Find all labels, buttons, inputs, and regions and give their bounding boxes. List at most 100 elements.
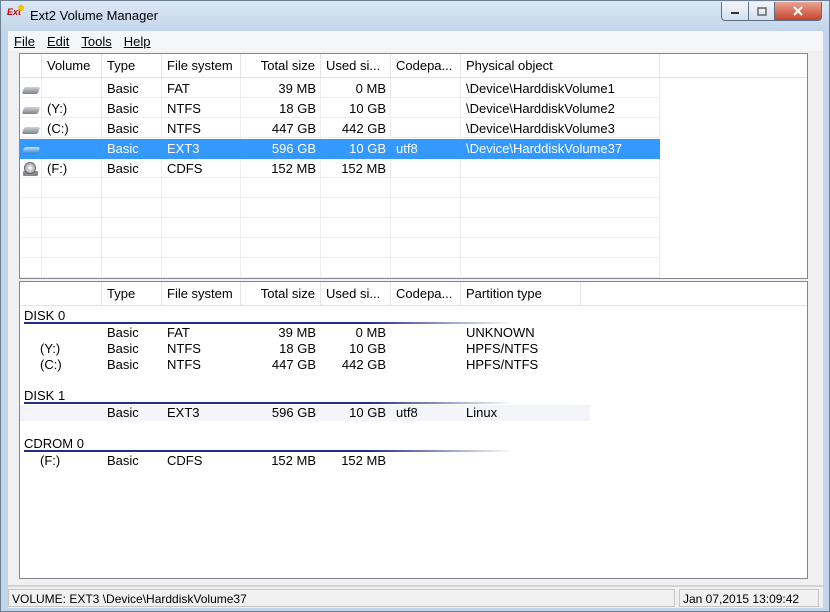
volume-row[interactable]: (F:) Basic CDFS 152 MB 152 MB	[20, 159, 660, 179]
partition-total: 596 GB	[271, 405, 316, 420]
partition-ptype	[461, 453, 581, 469]
volume-fs: NTFS	[167, 101, 201, 116]
partition-type-basic: Basic	[107, 325, 139, 340]
minimize-button[interactable]	[721, 2, 749, 21]
menu-tools-label: Tools	[81, 33, 112, 49]
volume-type: Basic	[107, 141, 139, 156]
hard-drive-icon	[21, 125, 41, 135]
maximize-button[interactable]	[748, 2, 775, 21]
disk-list[interactable]: Type File system Total size Used si... C…	[19, 281, 808, 579]
partition-type-basic: Basic	[107, 453, 139, 468]
column-header-filler	[660, 54, 807, 78]
partition-row[interactable]: Basic EXT3 596 GB 10 GB utf8 Linux	[20, 405, 590, 421]
column-header-icon[interactable]	[20, 54, 42, 78]
menu-edit[interactable]: Edit	[41, 34, 75, 49]
volume-icon-cell	[20, 119, 42, 139]
volume-row-selected[interactable]: Basic EXT3 596 GB 10 GB utf8 \Device\Har…	[20, 139, 660, 159]
close-icon	[793, 6, 803, 16]
volume-total: 18 GB	[279, 101, 316, 116]
hard-drive-icon	[21, 85, 41, 95]
disk-group-divider	[24, 322, 514, 324]
partition-codepage	[391, 357, 461, 373]
ext2-app-icon: Ext	[7, 5, 25, 23]
status-datetime: Jan 07,2015 13:09:42	[679, 589, 819, 607]
disk-list-header: Type File system Total size Used si... C…	[20, 282, 807, 306]
partition-fs: FAT	[167, 325, 190, 340]
volume-row[interactable]: Basic FAT 39 MB 0 MB \Device\HarddiskVol…	[20, 79, 660, 99]
volume-used: 10 GB	[349, 101, 386, 116]
volume-row[interactable]: (Y:) Basic NTFS 18 GB 10 GB \Device\Hard…	[20, 99, 660, 119]
column-header-type[interactable]: Type	[102, 54, 162, 78]
column-header-physical-object[interactable]: Physical object	[461, 54, 660, 78]
volume-name: (F:)	[47, 161, 68, 176]
partition-row[interactable]: (F:) Basic CDFS 152 MB 152 MB	[20, 453, 590, 469]
column-header-filesystem[interactable]: File system	[162, 54, 241, 78]
minimize-icon	[731, 12, 739, 14]
volume-list-header: Volume Type File system Total size Used …	[20, 54, 807, 78]
column-header-total-size[interactable]: Total size	[241, 282, 321, 306]
column-header-filesystem[interactable]: File system	[162, 282, 241, 306]
volume-name: (Y:)	[47, 101, 68, 116]
partition-ptype: Linux	[466, 405, 498, 420]
volume-used: 0 MB	[355, 81, 386, 96]
volume-codepage: utf8	[396, 141, 418, 156]
window-title: Ext2 Volume Manager	[30, 8, 158, 23]
column-header-used-size[interactable]: Used si...	[321, 282, 391, 306]
title-bar[interactable]: Ext Ext2 Volume Manager	[1, 1, 829, 31]
volume-used: 442 GB	[341, 121, 386, 136]
partition-codepage	[391, 453, 461, 469]
partition-row[interactable]: (Y:) Basic NTFS 18 GB 10 GB HPFS/NTFS	[20, 341, 590, 357]
partition-fs: NTFS	[167, 357, 201, 372]
volume-total: 39 MB	[278, 81, 316, 96]
partition-row[interactable]: Basic FAT 39 MB 0 MB UNKNOWN	[20, 325, 590, 341]
partition-codepage	[391, 325, 461, 341]
volume-physical: \Device\HarddiskVolume37	[466, 141, 623, 156]
menu-edit-label: Edit	[46, 33, 70, 49]
column-header-volume[interactable]: Volume	[42, 54, 102, 78]
volume-physical: \Device\HarddiskVolume1	[466, 81, 615, 96]
partition-fs: CDFS	[167, 453, 203, 468]
volume-fs: EXT3	[167, 141, 200, 156]
grid-line	[20, 238, 660, 258]
volume-total: 152 MB	[271, 161, 316, 176]
grid-line	[20, 178, 660, 198]
partition-ptype: HPFS/NTFS	[466, 341, 539, 356]
status-bar: VOLUME: EXT3 \Device\HarddiskVolume37 Ja…	[8, 586, 823, 608]
close-button[interactable]	[774, 2, 822, 21]
status-volume-info: VOLUME: EXT3 \Device\HarddiskVolume37	[8, 589, 675, 607]
menu-file-label: File	[14, 33, 35, 49]
volume-codepage	[391, 79, 461, 99]
partition-used: 442 GB	[341, 357, 386, 372]
grid-line	[20, 258, 660, 278]
menu-help[interactable]: Help	[118, 34, 157, 49]
volume-row[interactable]: (C:) Basic NTFS 447 GB 442 GB \Device\Ha…	[20, 119, 660, 139]
partition-row[interactable]: (C:) Basic NTFS 447 GB 442 GB HPFS/NTFS	[20, 357, 590, 373]
column-header-partition-type[interactable]: Partition type	[461, 282, 581, 306]
column-header-codepage[interactable]: Codepa...	[391, 54, 461, 78]
volume-total: 596 GB	[271, 141, 316, 156]
menu-file[interactable]: File	[8, 34, 41, 49]
partition-type-basic: Basic	[107, 357, 139, 372]
volume-type: Basic	[107, 121, 139, 136]
partition-total: 39 MB	[278, 325, 316, 340]
volume-used: 10 GB	[349, 141, 386, 156]
column-header-codepage[interactable]: Codepa...	[391, 282, 461, 306]
volume-codepage	[391, 119, 461, 139]
main-window: Ext Ext2 Volume Manager File Edit Tools …	[0, 0, 830, 612]
volume-codepage	[391, 159, 461, 179]
volume-icon-cell	[20, 139, 42, 159]
column-header-used-size[interactable]: Used si...	[321, 54, 391, 78]
volume-list[interactable]: Volume Type File system Total size Used …	[19, 53, 808, 279]
column-header-type[interactable]: Type	[102, 282, 162, 306]
disk-group-divider	[24, 450, 514, 452]
volume-total: 447 GB	[271, 121, 316, 136]
partition-volume: (C:)	[40, 357, 62, 372]
column-header-total-size[interactable]: Total size	[241, 54, 321, 78]
volume-icon-cell	[20, 79, 42, 99]
column-header-volume[interactable]	[20, 282, 102, 306]
disk-group-divider	[24, 402, 514, 404]
volume-type: Basic	[107, 161, 139, 176]
partition-volume: (F:)	[40, 453, 61, 468]
menu-tools[interactable]: Tools	[75, 34, 117, 49]
hard-drive-icon	[21, 145, 41, 155]
